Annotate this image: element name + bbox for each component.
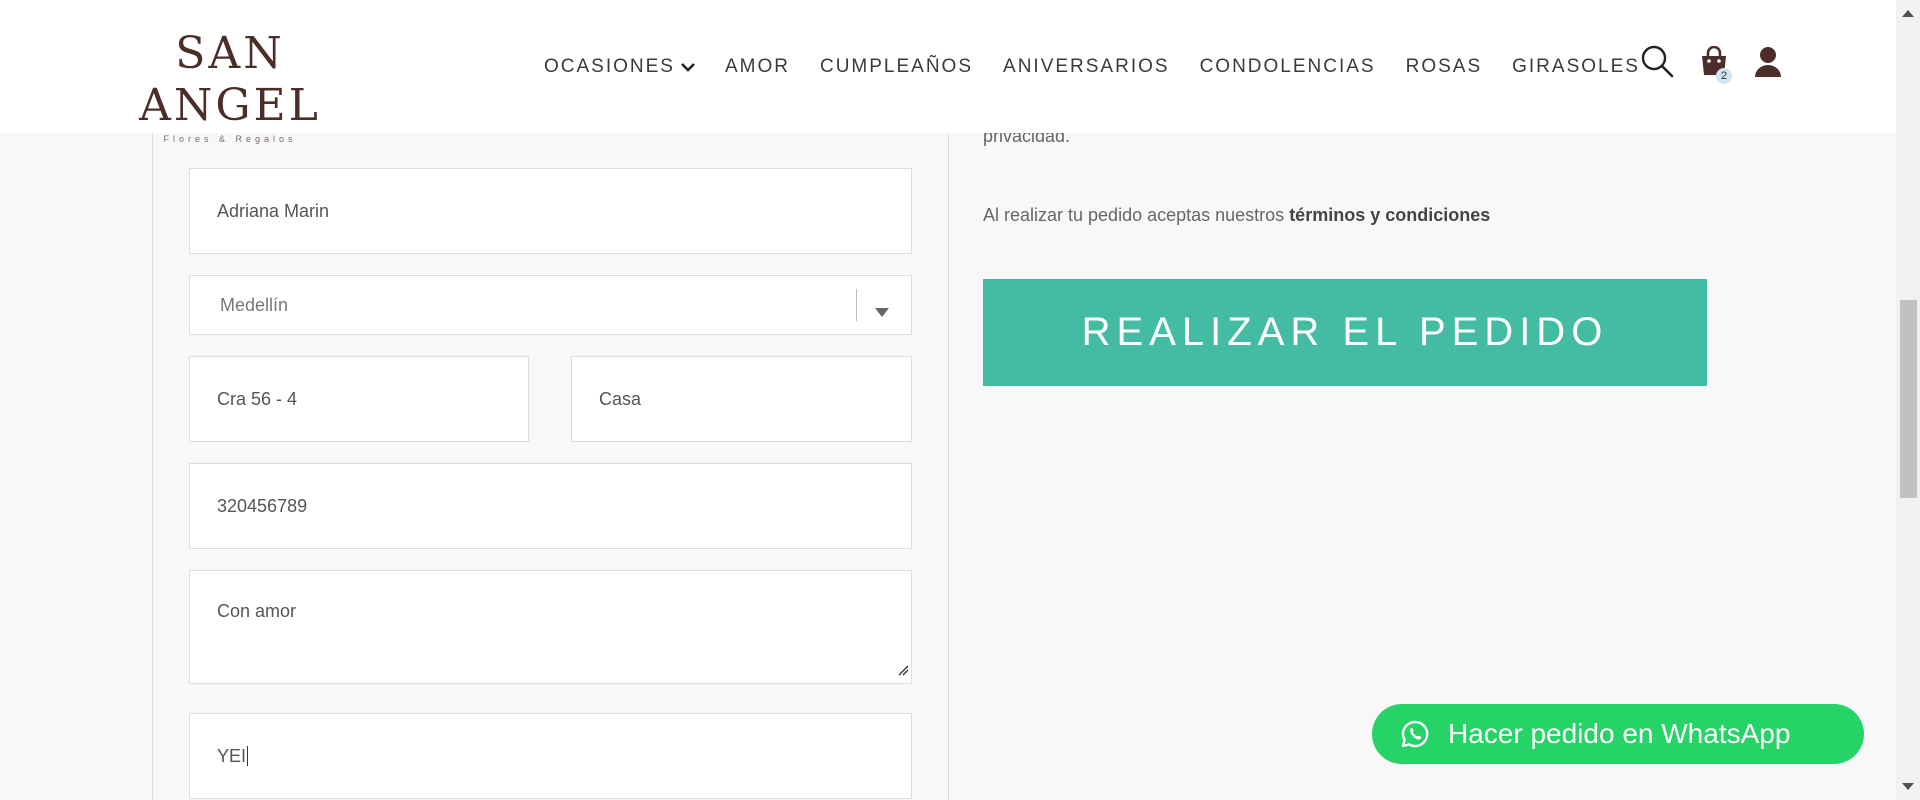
place-order-button[interactable]: REALIZAR EL PEDIDO	[983, 279, 1707, 386]
nav-label: OCASIONES	[544, 56, 675, 77]
nav-item-amor[interactable]: AMOR	[725, 56, 790, 78]
nav-item-rosas[interactable]: ROSAS	[1406, 56, 1483, 78]
logo[interactable]: SAN ANGEL Flores & Regalos	[100, 28, 360, 144]
message-textarea[interactable]: Con amor	[189, 570, 912, 684]
message-value: Con amor	[217, 601, 297, 621]
nav-item-condolencias[interactable]: CONDOLENCIAS	[1200, 56, 1376, 78]
resize-handle-icon[interactable]	[897, 660, 909, 681]
city-select[interactable]: Medellín	[189, 275, 912, 335]
dropdown-arrow-icon[interactable]	[875, 301, 889, 322]
logo-subtitle: Flores & Regalos	[163, 134, 297, 144]
chevron-down-icon	[681, 56, 695, 78]
logo-title: SAN ANGEL	[139, 28, 321, 131]
cart-count-badge: 2	[1716, 68, 1732, 84]
nav-item-ocasiones[interactable]: OCASIONES	[544, 56, 695, 78]
nav-item-cumpleanos[interactable]: CUMPLEAÑOS	[820, 56, 973, 78]
terms-text: Al realizar tu pedido aceptas nuestros t…	[983, 205, 1490, 226]
address-extra-value: Casa	[599, 388, 642, 409]
signature-input[interactable]: YEI	[189, 713, 912, 799]
user-icon[interactable]	[1754, 46, 1782, 83]
site-header: SAN ANGEL Flores & Regalos OCASIONES AMO…	[0, 0, 1896, 144]
terms-link[interactable]: términos y condiciones	[1289, 205, 1490, 225]
name-value: Adriana Marin	[217, 200, 330, 221]
select-divider	[856, 289, 857, 321]
scroll-up-arrow-icon[interactable]	[1902, 4, 1914, 22]
whatsapp-order-button[interactable]: Hacer pedido en WhatsApp	[1372, 704, 1864, 764]
search-icon[interactable]	[1640, 44, 1674, 83]
address-extra-input[interactable]: Casa	[571, 356, 912, 442]
address-input[interactable]: Cra 56 - 4	[189, 356, 529, 442]
terms-prefix: Al realizar tu pedido aceptas nuestros	[983, 205, 1290, 225]
address-value: Cra 56 - 4	[217, 388, 298, 409]
phone-value: 320456789	[217, 495, 308, 516]
phone-input[interactable]: 320456789	[189, 463, 912, 549]
nav-item-aniversarios[interactable]: ANIVERSARIOS	[1003, 56, 1170, 78]
scroll-down-arrow-icon[interactable]	[1902, 778, 1914, 796]
whatsapp-label: Hacer pedido en WhatsApp	[1448, 718, 1791, 749]
checkout-form-column: Adriana Marin Medellín Cra 56 - 4 Casa 3…	[152, 133, 949, 800]
signature-value: YEI	[217, 745, 247, 766]
city-value: Medellín	[220, 294, 289, 315]
page-scrollbar[interactable]	[1896, 0, 1920, 800]
text-caret	[247, 746, 249, 766]
nav-item-girasoles[interactable]: GIRASOLES	[1512, 56, 1640, 78]
scrollbar-thumb[interactable]	[1900, 300, 1917, 498]
cart-icon[interactable]: 2	[1700, 45, 1734, 86]
whatsapp-icon	[1401, 720, 1429, 748]
name-input[interactable]: Adriana Marin	[189, 168, 912, 254]
main-nav: OCASIONES AMOR CUMPLEAÑOS ANIVERSARIOS C…	[544, 52, 1640, 82]
